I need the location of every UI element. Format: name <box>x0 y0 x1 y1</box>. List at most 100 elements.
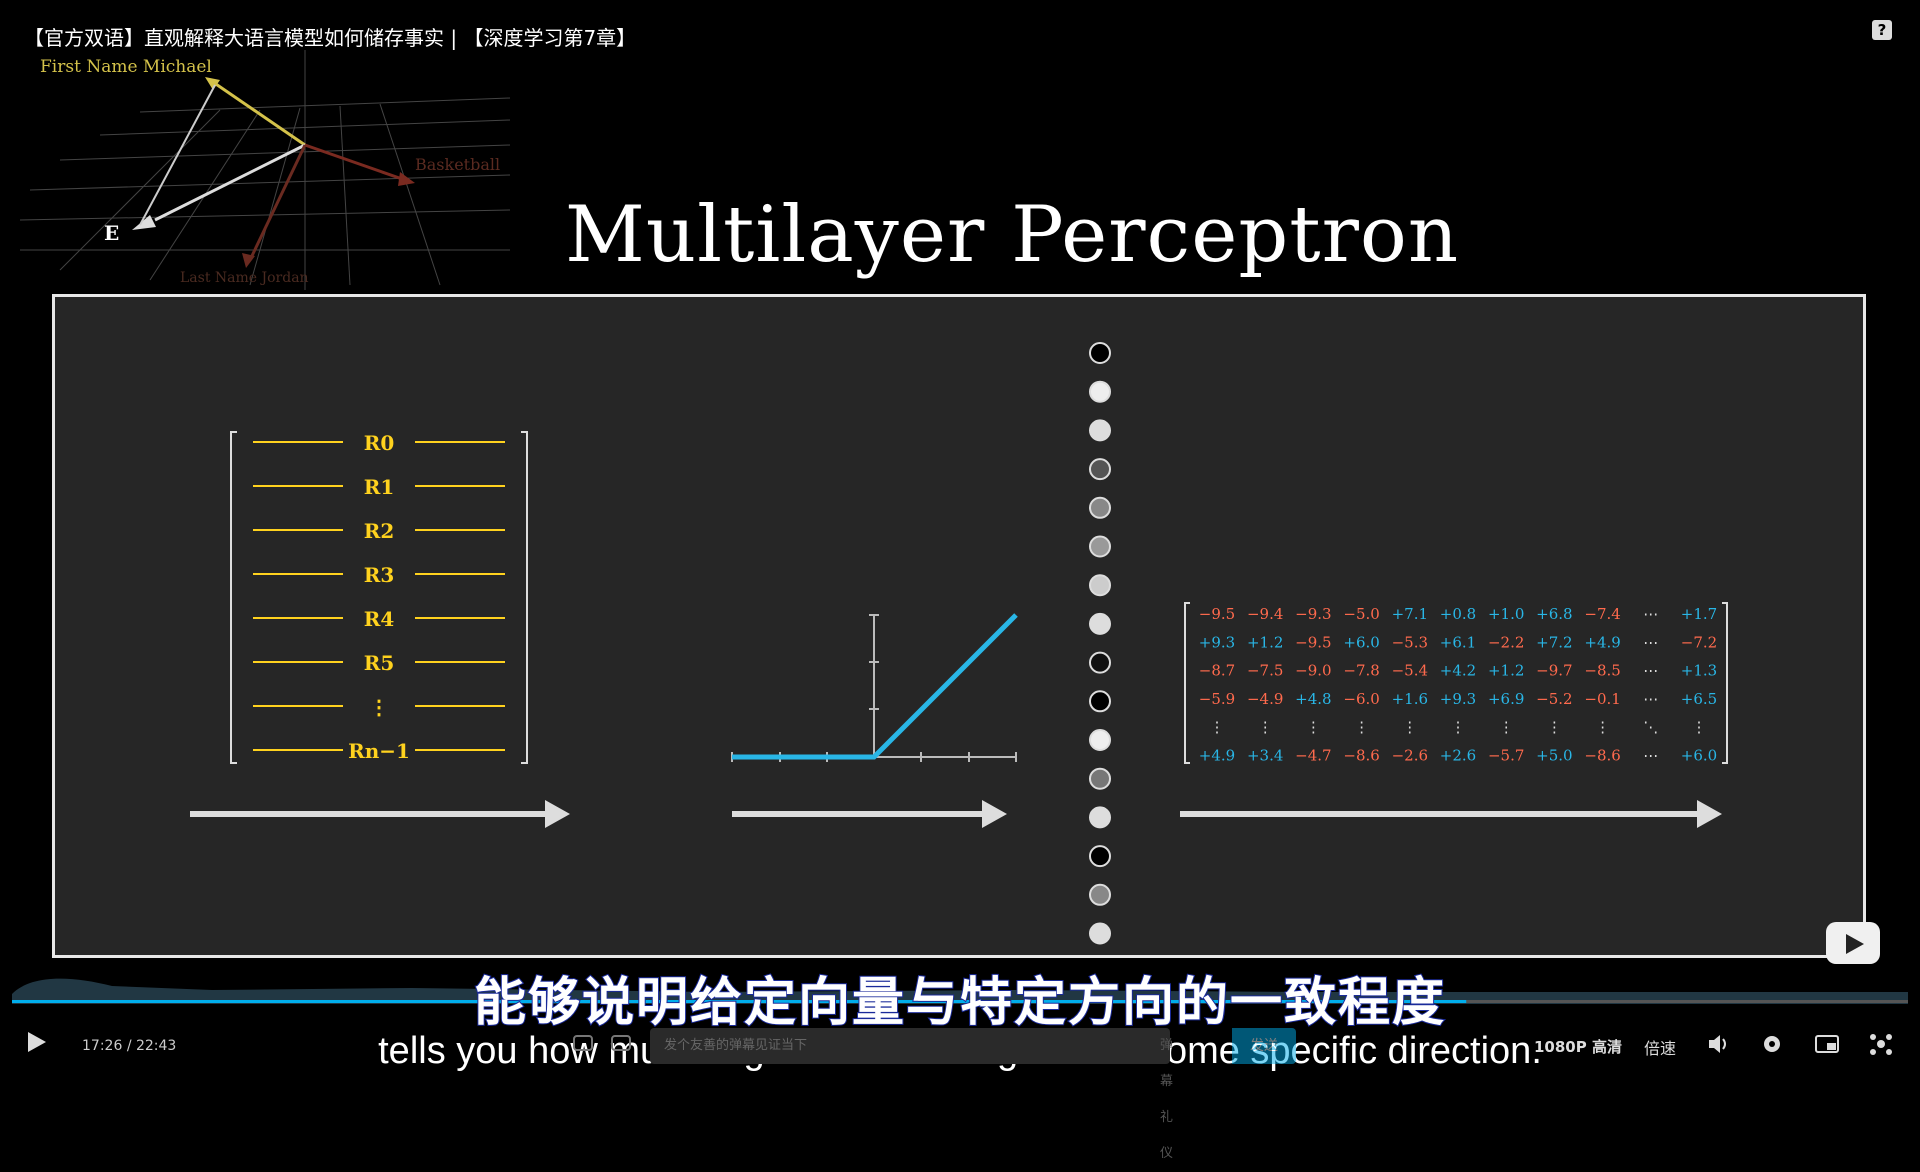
matrix-cell: +6.5 <box>1681 690 1717 708</box>
matrix-cell: +6.8 <box>1536 605 1572 623</box>
matrix-cell: ⋮ <box>1258 718 1273 736</box>
pip-icon[interactable] <box>1814 1032 1840 1061</box>
neuron-circle <box>1089 883 1111 906</box>
matrix-cell: ⋯ <box>1643 605 1658 623</box>
matrix-cell: −5.4 <box>1392 662 1428 680</box>
matrix-cell: +6.1 <box>1440 633 1476 651</box>
danmu-placeholder: 发个友善的弹幕见证当下 <box>664 1038 808 1053</box>
matrix-cell: −5.0 <box>1343 605 1379 623</box>
matrix-cell: +4.9 <box>1584 633 1620 651</box>
time-separator: / <box>126 1038 132 1054</box>
video-title: 【官方双语】直观解释大语言模型如何储存事实 | 【深度学习第7章】 <box>24 26 637 50</box>
volume-icon[interactable] <box>1706 1032 1730 1061</box>
matrix-cell: −7.4 <box>1584 605 1620 623</box>
matrix-cell: −5.2 <box>1536 690 1572 708</box>
neuron-circle <box>1089 535 1111 558</box>
matrix-cell: −5.7 <box>1488 747 1524 765</box>
flow-arrows <box>190 800 1722 828</box>
matrix-cell: +4.2 <box>1440 662 1476 680</box>
matrix-cell: −9.4 <box>1247 605 1283 623</box>
matrix-cell: −6.0 <box>1343 690 1379 708</box>
row-vector-label: R3 <box>364 563 395 587</box>
matrix-cell: ⋯ <box>1643 747 1658 765</box>
danmu-input[interactable]: 发个友善的弹幕见证当下 弹幕礼仪 <box>650 1028 1173 1161</box>
fullscreen-icon[interactable] <box>1868 1032 1894 1061</box>
matrix-cell: −4.9 <box>1247 690 1283 708</box>
row-vector-label: R4 <box>364 607 395 631</box>
matrix-cell: −9.5 <box>1199 605 1235 623</box>
neuron-circle <box>1089 458 1111 481</box>
matrix-cell: −7.2 <box>1681 633 1717 651</box>
speed-button[interactable]: 倍速 <box>1644 1035 1676 1059</box>
danmu-etiquette-link[interactable]: 弹幕礼仪 <box>1160 1028 1173 1172</box>
matrix-cell: ⋮ <box>1692 718 1707 736</box>
settings-gear-icon[interactable] <box>1760 1032 1784 1061</box>
matrix-cell: −0.1 <box>1584 690 1620 708</box>
matrix-cell: ⋱ <box>1643 718 1658 736</box>
inset-label-bottom: Last Name Jordan <box>180 270 309 286</box>
matrix-cell: ⋮ <box>1402 718 1417 736</box>
matrix-cell: ⋯ <box>1643 690 1658 708</box>
matrix-cell: −8.6 <box>1343 747 1379 765</box>
matrix-cell: ⋮ <box>1547 718 1562 736</box>
play-button[interactable] <box>26 1030 48 1059</box>
neuron-circle <box>1089 922 1111 945</box>
neuron-circle <box>1089 342 1111 364</box>
neuron-circle <box>1089 380 1111 403</box>
inset-label-top: First Name Michael <box>40 57 212 77</box>
mlp-diagram-panel: R0R1R2R3R4R5⋮Rn−1 −9.5−9.4−9.3− <box>52 294 1866 958</box>
matrix-cell: −7.5 <box>1247 662 1283 680</box>
row-vector-label: R1 <box>364 475 395 499</box>
slide-title: Multilayer Perceptron <box>565 190 1460 280</box>
time-display: 17:26 / 22:43 <box>82 1038 176 1054</box>
row-vector-label: Rn−1 <box>348 739 410 763</box>
help-icon[interactable]: ? <box>1872 20 1892 40</box>
matrix-cell: ⋯ <box>1643 662 1658 680</box>
matrix-cell: +3.4 <box>1247 747 1283 765</box>
matrix-cell: −8.5 <box>1584 662 1620 680</box>
matrix-cell: +0.8 <box>1440 605 1476 623</box>
matrix-cell: +7.2 <box>1536 633 1572 651</box>
neuron-column <box>1089 342 1111 945</box>
duration: 22:43 <box>135 1038 177 1054</box>
matrix-cell: −4.7 <box>1295 747 1331 765</box>
row-vector-label: ⋮ <box>369 695 389 719</box>
matrix-cell: ⋮ <box>1210 718 1225 736</box>
matrix-cell: −8.7 <box>1199 662 1235 680</box>
matrix-cell: +9.3 <box>1199 633 1235 651</box>
matrix-cell: −2.6 <box>1392 747 1428 765</box>
matrix-cell: −7.8 <box>1343 662 1379 680</box>
weight-matrix: −9.5 −9.4 −9.3 −5.0 +7.1 +0.8 +1.0 +6.8 −7.4 ⋯ +1.… <box>1199 605 1717 765</box>
matrix-cell: −9.7 <box>1536 662 1572 680</box>
neuron-circle <box>1089 574 1111 597</box>
matrix-cell: +1.0 <box>1488 605 1524 623</box>
matrix-cell: +6.9 <box>1488 690 1524 708</box>
matrix-cell: −8.6 <box>1584 747 1620 765</box>
neuron-circle <box>1089 612 1111 635</box>
matrix-cell: ⋮ <box>1451 718 1466 736</box>
bilibili-tv-icon[interactable] <box>1826 922 1880 964</box>
send-button[interactable]: 发送 <box>1232 1028 1296 1064</box>
neuron-circle <box>1089 845 1111 868</box>
quality-button[interactable]: 1080P 高清 <box>1534 1036 1622 1057</box>
danmu-settings-icon[interactable] <box>610 1032 632 1059</box>
matrix-cell: +1.2 <box>1488 662 1524 680</box>
current-time: 17:26 <box>82 1038 123 1054</box>
matrix-cell: +2.6 <box>1440 747 1476 765</box>
matrix-cell: −5.9 <box>1199 690 1235 708</box>
matrix-cell: +6.0 <box>1343 633 1379 651</box>
matrix-cell: −9.5 <box>1295 633 1331 651</box>
neuron-circle <box>1089 806 1111 829</box>
inset-label-right: Basketball <box>415 155 500 174</box>
matrix-cell: −9.3 <box>1295 605 1331 623</box>
matrix-cell: ⋮ <box>1499 718 1514 736</box>
neuron-circle <box>1089 729 1111 751</box>
danmu-toggle-icon[interactable] <box>572 1032 594 1059</box>
row-vector-label: R2 <box>364 519 395 543</box>
matrix-cell: +1.6 <box>1392 690 1428 708</box>
matrix-cell: +5.0 <box>1536 747 1572 765</box>
matrix-cell: −9.0 <box>1295 662 1331 680</box>
matrix-cell: ⋮ <box>1595 718 1610 736</box>
matrix-cell: +4.8 <box>1295 690 1331 708</box>
neuron-circle <box>1089 419 1111 442</box>
